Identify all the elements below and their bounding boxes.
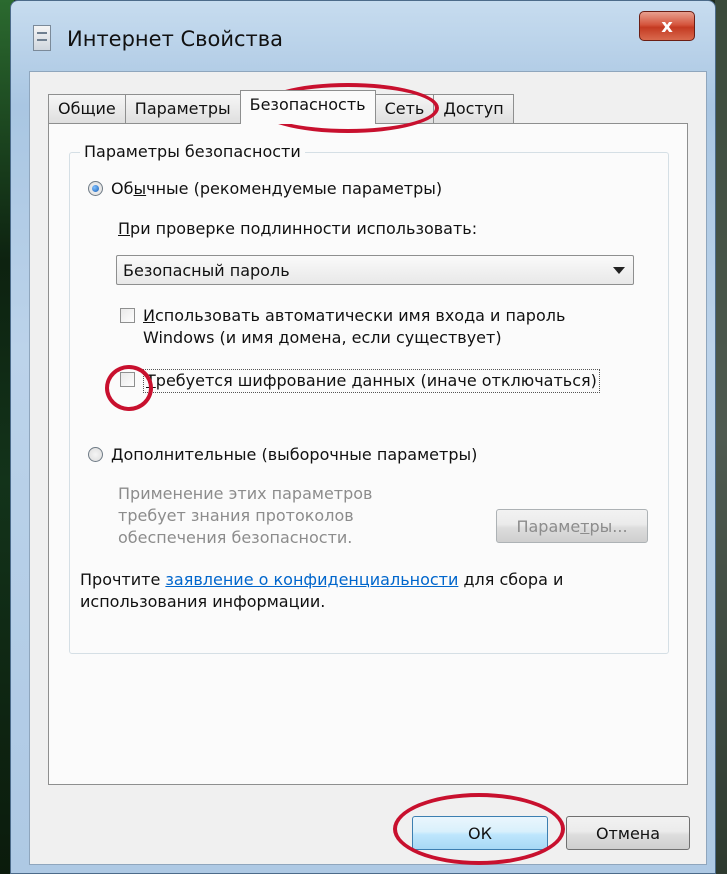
radio-advanced-label: Дополнительные (выборочные параметры) [111, 445, 478, 464]
tab-security[interactable]: Безопасность [239, 90, 376, 124]
internet-properties-window: Интернет Свойства x Общие Параметры Безо… [10, 0, 716, 874]
document-icon [33, 25, 51, 51]
window-title: Интернет Свойства [67, 27, 284, 51]
tab-network[interactable]: Сеть [374, 94, 435, 124]
tab-parameters[interactable]: Параметры [124, 94, 241, 124]
cancel-button[interactable]: Отмена [566, 816, 690, 850]
chevron-down-icon[interactable] [613, 267, 625, 274]
ok-button[interactable]: ОК [412, 816, 548, 850]
privacy-statement-link[interactable]: заявление о конфиденциальности [165, 570, 458, 589]
security-settings-group: Параметры безопасности Обычные (рекоменд… [69, 142, 669, 654]
encryption-label: Требуется шифрование данных (иначе отклю… [143, 369, 600, 393]
advanced-parameters-button[interactable]: Параме т ры... [496, 509, 648, 543]
privacy-notice: Прочтите заявление о конфиденциальности … [80, 570, 564, 611]
radio-standard[interactable] [88, 181, 103, 196]
group-title: Параметры безопасности [80, 142, 305, 161]
radio-advanced[interactable] [88, 447, 103, 462]
auto-login-row[interactable]: Использовать автоматически имя входа и п… [120, 305, 565, 349]
auto-login-checkbox[interactable] [120, 308, 135, 323]
auth-method-label: При проверке подлинности использовать: [118, 219, 478, 238]
security-tab-panel: Параметры безопасности Обычные (рекоменд… [48, 123, 688, 785]
radio-standard-row[interactable]: Обычные (рекомендуемые параметры) [88, 179, 442, 198]
encryption-checkbox[interactable] [120, 372, 135, 387]
auth-method-select[interactable]: Безопасный пароль [116, 255, 634, 285]
radio-standard-label: Обычные (рекомендуемые параметры) [111, 179, 443, 198]
advanced-description: Применение этих параметров требует знани… [118, 484, 373, 547]
radio-advanced-row[interactable]: Дополнительные (выборочные параметры) [88, 445, 477, 464]
desktop-background-right [715, 0, 727, 874]
auto-login-label: Использовать автоматически имя входа и п… [143, 306, 566, 347]
close-button[interactable]: x [639, 11, 695, 41]
title-bar[interactable]: Интернет Свойства x [11, 1, 715, 71]
tab-access[interactable]: Доступ [433, 94, 514, 124]
auth-method-value: Безопасный пароль [123, 260, 290, 280]
dialog-client-area: Общие Параметры Безопасность Сеть Доступ… [29, 71, 707, 865]
tab-strip: Общие Параметры Безопасность Сеть Доступ [48, 90, 514, 124]
tab-general[interactable]: Общие [48, 94, 126, 124]
encryption-row[interactable]: Требуется шифрование данных (иначе отклю… [120, 369, 600, 393]
close-icon: x [661, 15, 673, 37]
